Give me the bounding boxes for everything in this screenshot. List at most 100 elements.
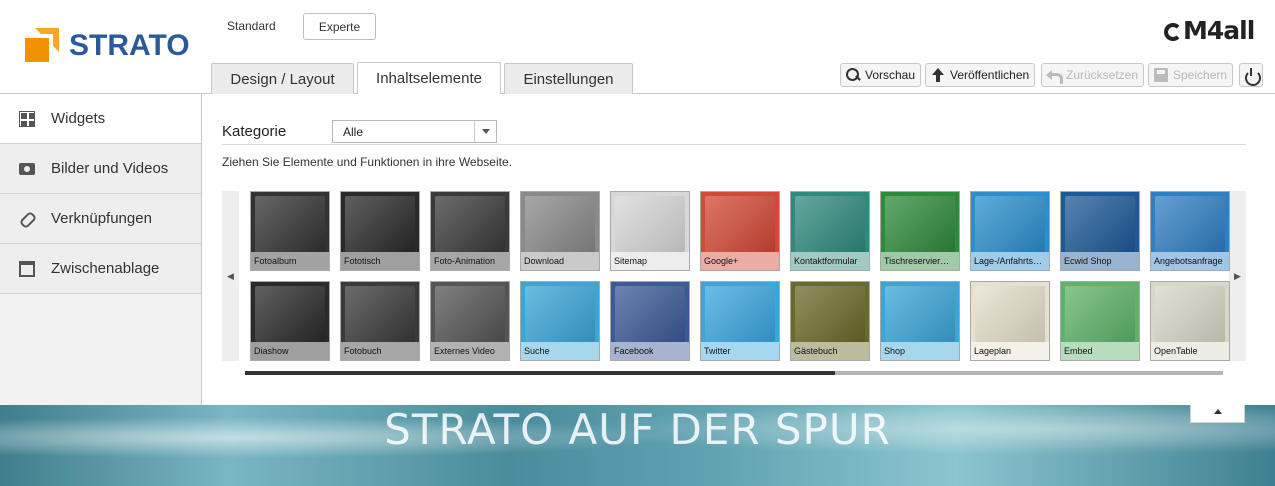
world-map-icon (975, 196, 1045, 252)
carousel-next-button[interactable]: ▶ (1229, 191, 1246, 361)
strato-logo[interactable]: STRATO (25, 28, 190, 64)
content-panel: Kategorie Alle Ziehen Sie Elemente und F… (203, 94, 1275, 405)
photo-table-icon (345, 196, 415, 252)
widget-tile-label: Externes Video (431, 342, 509, 360)
widget-tile[interactable]: Embed (1060, 281, 1140, 361)
chevron-down-icon (474, 121, 496, 142)
widget-tile-label: Sitemap (611, 252, 689, 270)
widget-tile[interactable]: Gästebuch (790, 281, 870, 361)
download-icon (525, 196, 595, 252)
search-icon (845, 67, 861, 83)
carousel-scrollbar[interactable] (245, 371, 1223, 375)
search-tile-icon (525, 286, 595, 342)
mode-standard-button[interactable]: Standard (227, 19, 276, 33)
widget-tile[interactable]: Google+ (700, 191, 780, 271)
widget-tile-label: Gästebuch (791, 342, 869, 360)
ecwid-icon (1065, 196, 1135, 252)
photo-album-icon (255, 196, 325, 252)
scrollbar-thumb[interactable] (245, 371, 835, 375)
widget-tile[interactable]: Lage-/Anfahrts… (970, 191, 1050, 271)
kategorie-label: Kategorie (222, 123, 287, 140)
save-icon (1153, 67, 1169, 83)
chevron-right-icon: ▶ (1234, 271, 1241, 281)
power-button[interactable] (1239, 63, 1263, 87)
widget-tile[interactable]: Facebook (610, 281, 690, 361)
facebook-icon (615, 286, 685, 342)
widget-tile[interactable]: Suche (520, 281, 600, 361)
banner-title: STRATO AUF DER SPUR (384, 405, 891, 454)
undo-icon (1046, 67, 1063, 84)
sidebar-item-label: Zwischenablage (51, 260, 160, 277)
widget-tile-label: Foto-Animation (431, 252, 509, 270)
widget-tile-label: Google+ (701, 252, 779, 270)
tab-inhaltselemente[interactable]: Inhaltselemente (357, 62, 501, 94)
vorschau-button[interactable]: Vorschau (840, 63, 922, 87)
widget-tile[interactable]: OpenTable (1150, 281, 1230, 361)
widget-tile-label: Angebotsanfrage (1151, 252, 1229, 270)
widget-tile-label: Fotobuch (341, 342, 419, 360)
widget-tile-label: Download (521, 252, 599, 270)
opentable-icon (1155, 286, 1225, 342)
widget-tile[interactable]: Lageplan (970, 281, 1050, 361)
quote-request-icon (1155, 196, 1225, 252)
external-video-icon (435, 286, 505, 342)
widget-tile-label: Facebook (611, 342, 689, 360)
kategorie-select[interactable]: Alle (332, 120, 497, 143)
camera-icon (19, 163, 35, 175)
widget-tile[interactable]: Tischreservier… (880, 191, 960, 271)
widget-tile[interactable]: Fotoalbum (250, 191, 330, 271)
tab-design-layout[interactable]: Design / Layout (211, 63, 354, 94)
top-header: STRATO Standard Experte M4all Design / L… (0, 0, 1275, 94)
shop-cart-icon (885, 286, 955, 342)
kategorie-value: Alle (343, 125, 364, 139)
zuruecksetzen-button[interactable]: Zurücksetzen (1041, 63, 1145, 87)
widget-tile[interactable]: Diashow (250, 281, 330, 361)
cm4all-c-icon (1164, 23, 1182, 41)
widget-tile-label: Suche (521, 342, 599, 360)
contact-form-icon (795, 196, 865, 252)
veroeffentlichen-label: Veröffentlichen (950, 68, 1030, 82)
tab-einstellungen[interactable]: Einstellungen (504, 63, 633, 94)
sidebar-item-label: Bilder und Videos (51, 160, 169, 177)
widget-tile[interactable]: Fototisch (340, 191, 420, 271)
speichern-label: Speichern (1173, 68, 1228, 82)
widget-tile-label: Kontaktformular (791, 252, 869, 270)
widget-tile[interactable]: Kontaktformular (790, 191, 870, 271)
collapse-panel-button[interactable] (1190, 405, 1245, 423)
veroeffentlichen-button[interactable]: Veröffentlichen (925, 63, 1036, 87)
sidebar-item-zwischenablage[interactable]: Zwischenablage (0, 244, 201, 294)
widget-tile[interactable]: Sitemap (610, 191, 690, 271)
twitter-icon (705, 286, 775, 342)
mode-experte-button[interactable]: Experte (303, 13, 376, 40)
sidebar-item-verknuepfungen[interactable]: Verknüpfungen (0, 194, 201, 244)
page-banner: STRATO AUF DER SPUR (0, 405, 1275, 486)
sidebar-item-bilder-videos[interactable]: Bilder und Videos (0, 144, 201, 194)
widget-tile[interactable]: Externes Video (430, 281, 510, 361)
hint-text: Ziehen Sie Elemente und Funktionen in ih… (222, 155, 512, 169)
sitemap-icon (615, 196, 685, 252)
widget-tile[interactable]: Shop (880, 281, 960, 361)
widget-tile[interactable]: Download (520, 191, 600, 271)
upload-icon (930, 67, 946, 83)
widgets-icon (19, 111, 35, 127)
speichern-button[interactable]: Speichern (1148, 63, 1234, 87)
zuruecksetzen-label: Zurücksetzen (1066, 68, 1139, 82)
widget-tile-label: Shop (881, 342, 959, 360)
widget-tile[interactable]: Ecwid Shop (1060, 191, 1140, 271)
carousel-prev-button[interactable]: ◀ (222, 191, 239, 361)
clipboard-icon (19, 261, 35, 277)
widget-tile-label: Ecwid Shop (1061, 252, 1139, 270)
widget-tile[interactable]: Fotobuch (340, 281, 420, 361)
sidebar-item-widgets[interactable]: Widgets (0, 94, 201, 144)
widget-tile-label: Embed (1061, 342, 1139, 360)
widget-tile[interactable]: Twitter (700, 281, 780, 361)
link-icon (19, 211, 35, 227)
table-reservation-icon (885, 196, 955, 252)
divider (222, 144, 1246, 145)
widget-tile[interactable]: Foto-Animation (430, 191, 510, 271)
widget-tile-label: Fototisch (341, 252, 419, 270)
slideshow-icon (255, 286, 325, 342)
widget-tile[interactable]: Angebotsanfrage (1150, 191, 1230, 271)
photo-book-icon (345, 286, 415, 342)
google-plus-icon (705, 196, 775, 252)
